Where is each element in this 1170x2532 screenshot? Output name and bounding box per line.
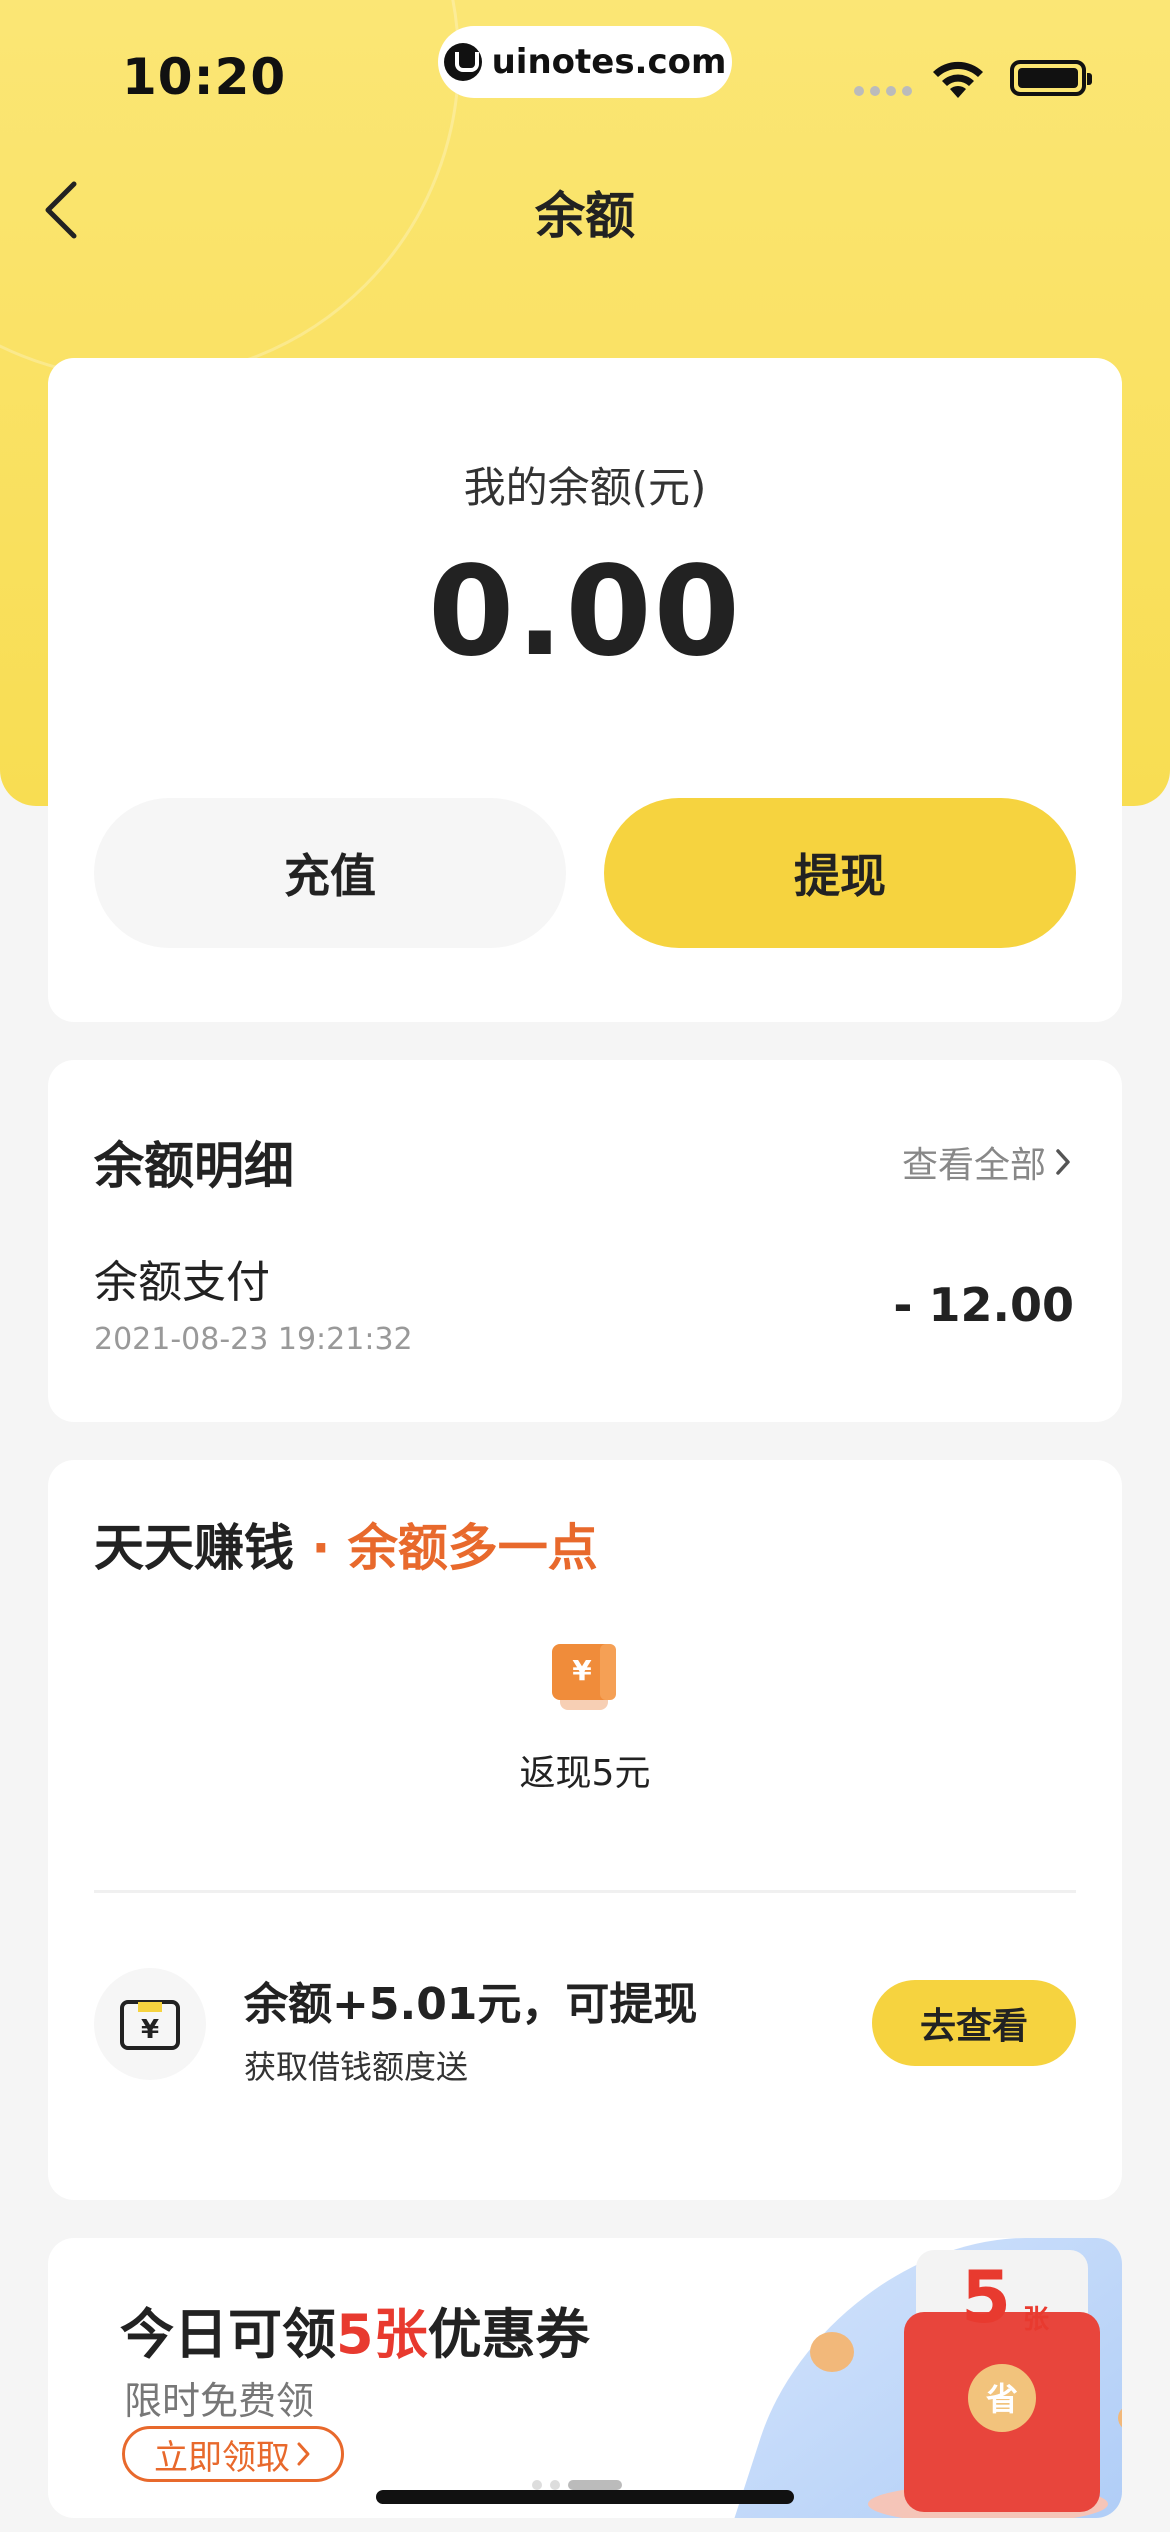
balance-value: 0.00 — [428, 540, 742, 684]
recharge-button[interactable]: 充值 — [94, 798, 566, 948]
red-envelope-icon: 5 张 省 — [810, 2250, 1122, 2518]
transaction-time: 2021-08-23 19:21:32 — [94, 1322, 413, 1357]
url-pill: uinotes.com — [438, 26, 732, 98]
balance-label: 我的余额(元) — [463, 463, 707, 512]
envelope-unit: 张 — [1023, 2305, 1050, 2335]
chevron-right-icon — [1056, 1149, 1070, 1175]
offer-subtitle: 获取借钱额度送 — [244, 2048, 469, 2086]
status-time: 10:20 — [122, 48, 287, 106]
envelope-seal: 省 — [986, 2380, 1018, 2418]
coupon-title: 今日可领5张优惠券 — [120, 2290, 590, 2369]
claim-label: 立即领取 — [154, 2437, 290, 2478]
chevron-right-icon — [297, 2442, 310, 2466]
signal-icon — [854, 86, 912, 96]
claim-now-button[interactable]: 立即领取 — [122, 2426, 344, 2482]
banner-pagination — [532, 2480, 622, 2490]
transaction-name: 余额支付 — [94, 1257, 270, 1308]
battery-icon — [1010, 60, 1092, 96]
check-offer-button[interactable]: 去查看 — [872, 1980, 1076, 2066]
balance-detail-card: 余额明细 查看全部 余额支付 2021-08-23 19:21:32 - 12.… — [48, 1060, 1122, 1422]
coupon-title-pre: 今日可领 — [120, 2303, 336, 2366]
svg-text:¥: ¥ — [141, 2015, 159, 2045]
transaction-amount: - 12.00 — [893, 1278, 1074, 1332]
detail-title: 余额明细 — [94, 1137, 294, 1195]
offer-title: 余额+5.01元，可提现 — [244, 1979, 698, 2030]
earn-title: 天天赚钱 · 余额多一点 — [94, 1508, 598, 1580]
url-text: uinotes.com — [491, 42, 727, 82]
svg-text:¥: ¥ — [572, 1654, 592, 1687]
balance-card: 我的余额(元) 0.00 充值 提现 — [48, 358, 1122, 1022]
offer-icon: ¥ — [94, 1968, 206, 2080]
divider — [94, 1890, 1076, 1893]
home-indicator — [376, 2490, 794, 2504]
earn-title-sub: · 余额多一点 — [294, 1519, 598, 1577]
cashback-label: 返现5元 — [519, 1753, 651, 1794]
view-all-link[interactable]: 查看全部 — [902, 1136, 1072, 1188]
coupon-subtitle: 限时免费领 — [124, 2379, 315, 2423]
cashback-icon[interactable]: ¥ — [548, 1640, 624, 1716]
yuan-card-icon: ¥ — [120, 2000, 180, 2050]
earn-money-card: 天天赚钱 · 余额多一点 ¥ 返现5元 ¥ 余额+5.01元，可提现 获取借钱额… — [48, 1460, 1122, 2200]
view-all-label: 查看全部 — [901, 1145, 1046, 1186]
envelope-count: 5 — [961, 2255, 1011, 2339]
page-title: 余额 — [535, 187, 635, 245]
earn-title-main: 天天赚钱 — [94, 1519, 294, 1577]
uinotes-logo-icon — [443, 43, 482, 81]
withdraw-button[interactable]: 提现 — [604, 798, 1076, 948]
coupon-banner[interactable]: 今日可领5张优惠券 限时免费领 立即领取 5 张 省 — [48, 2238, 1122, 2518]
coupon-title-post: 优惠券 — [427, 2303, 590, 2366]
coupon-title-highlight: 5张 — [336, 2303, 428, 2366]
wifi-icon — [933, 61, 983, 98]
